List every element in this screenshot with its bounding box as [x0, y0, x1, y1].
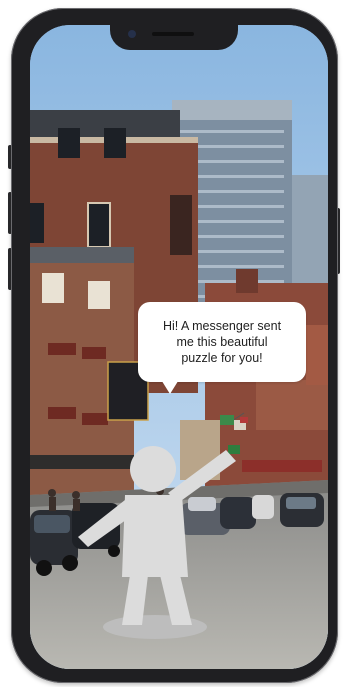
- front-camera-icon: [128, 30, 136, 38]
- speech-bubble-tail: [160, 378, 180, 394]
- phone-screen[interactable]: Hi! A messenger sent me this beautiful p…: [30, 25, 328, 669]
- speech-bubble: Hi! A messenger sent me this beautiful p…: [138, 302, 306, 382]
- page: Hi! A messenger sent me this beautiful p…: [0, 0, 346, 687]
- speech-bubble-text: Hi! A messenger sent me this beautiful p…: [162, 319, 282, 365]
- figure-shadow: [103, 615, 207, 639]
- earpiece-speaker-icon: [152, 32, 194, 36]
- figure-torso: [122, 495, 188, 577]
- figure-head: [130, 446, 176, 492]
